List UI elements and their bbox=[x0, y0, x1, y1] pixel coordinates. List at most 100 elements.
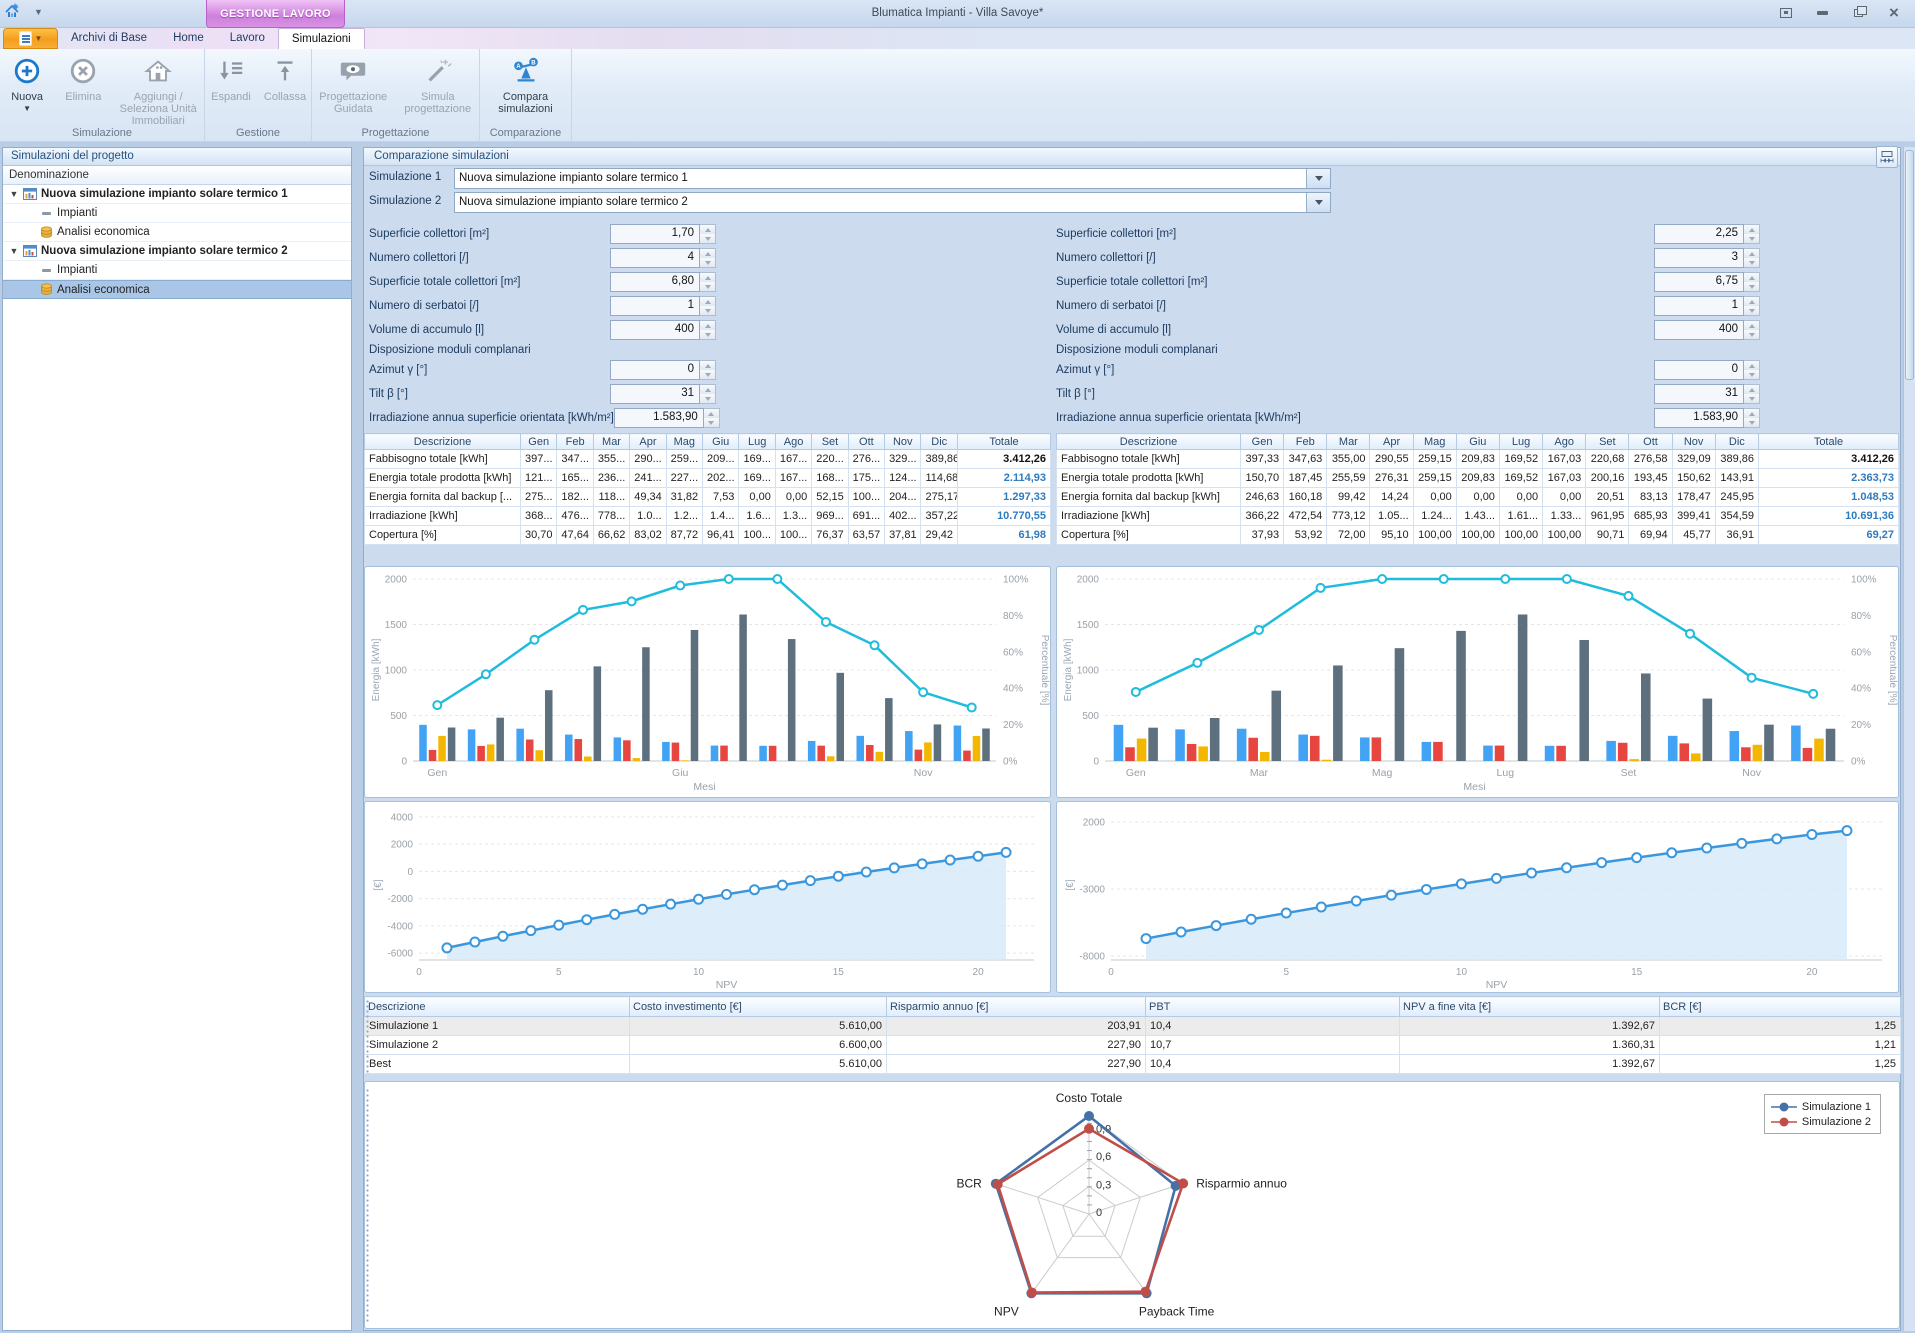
numeric-input[interactable]: 4 bbox=[610, 248, 716, 268]
spinner-down-icon[interactable] bbox=[1744, 394, 1759, 403]
numeric-input[interactable]: 1,70 bbox=[610, 224, 716, 244]
column-header[interactable]: Mag bbox=[666, 434, 702, 450]
column-header[interactable]: Apr bbox=[1370, 434, 1413, 450]
numeric-input[interactable]: 1.583,90 bbox=[1654, 408, 1760, 428]
numeric-input[interactable]: 400 bbox=[1654, 320, 1760, 340]
column-header[interactable]: Feb bbox=[557, 434, 593, 450]
tree-expander-icon[interactable]: ▼ bbox=[7, 189, 21, 199]
spinner-buttons[interactable] bbox=[700, 248, 716, 268]
spinner-buttons[interactable] bbox=[1744, 272, 1760, 292]
numeric-input[interactable]: 400 bbox=[610, 320, 716, 340]
radar-drag-grip[interactable] bbox=[365, 1088, 370, 1322]
spinner-up-icon[interactable] bbox=[1744, 385, 1759, 394]
simulation1-combobox[interactable]: Nuova simulazione impianto solare termic… bbox=[454, 168, 1331, 189]
spinner-up-icon[interactable] bbox=[1744, 409, 1759, 418]
spinner-buttons[interactable] bbox=[1744, 360, 1760, 380]
spinner-buttons[interactable] bbox=[704, 408, 720, 428]
spinner-up-icon[interactable] bbox=[704, 409, 719, 418]
column-header[interactable]: Gen bbox=[521, 434, 557, 450]
tab-simulazioni[interactable]: Simulazioni bbox=[278, 28, 365, 49]
spinner-down-icon[interactable] bbox=[1744, 330, 1759, 339]
numeric-input[interactable]: 31 bbox=[1654, 384, 1760, 404]
column-header[interactable]: Mar bbox=[1327, 434, 1370, 450]
spinner-down-icon[interactable] bbox=[700, 282, 715, 291]
spinner-down-icon[interactable] bbox=[700, 306, 715, 315]
tree-item-simulation[interactable]: ▼Nuova simulazione impianto solare termi… bbox=[3, 242, 351, 261]
spinner-down-icon[interactable] bbox=[700, 234, 715, 243]
spinner-down-icon[interactable] bbox=[1744, 306, 1759, 315]
spinner-up-icon[interactable] bbox=[700, 273, 715, 282]
scrollbar-thumb[interactable] bbox=[1905, 150, 1914, 380]
tree-item-impianti[interactable]: Impianti bbox=[3, 204, 351, 223]
column-header[interactable]: Descrizione bbox=[1057, 434, 1241, 450]
column-header[interactable]: Lug bbox=[739, 434, 775, 450]
tree-expander-icon[interactable]: ▼ bbox=[7, 246, 21, 256]
column-header[interactable]: Nov bbox=[1672, 434, 1715, 450]
column-header[interactable]: Mag bbox=[1413, 434, 1456, 450]
spinner-up-icon[interactable] bbox=[1744, 361, 1759, 370]
spinner-buttons[interactable] bbox=[700, 296, 716, 316]
spinner-down-icon[interactable] bbox=[1744, 282, 1759, 291]
column-header[interactable]: Descrizione bbox=[365, 997, 630, 1017]
column-header[interactable]: PBT bbox=[1146, 997, 1400, 1017]
spinner-up-icon[interactable] bbox=[700, 297, 715, 306]
spinner-buttons[interactable] bbox=[1744, 384, 1760, 404]
column-header[interactable]: Dic bbox=[921, 434, 958, 450]
summary-row[interactable]: Simulazione 26.600,00227,9010,71.360,311… bbox=[365, 1036, 1901, 1055]
nuova-button[interactable]: Nuova▼ bbox=[0, 52, 54, 127]
tree-item-impianti[interactable]: Impianti bbox=[3, 261, 351, 280]
spinner-up-icon[interactable] bbox=[700, 225, 715, 234]
tree-item-simulation[interactable]: ▼Nuova simulazione impianto solare termi… bbox=[3, 185, 351, 204]
progettazione-guidata-button[interactable]: Progettazione Guidata bbox=[312, 52, 395, 120]
numeric-input[interactable]: 6,80 bbox=[610, 272, 716, 292]
column-header[interactable]: NPV a fine vita [€] bbox=[1400, 997, 1660, 1017]
numeric-input[interactable]: 1 bbox=[610, 296, 716, 316]
spinner-buttons[interactable] bbox=[1744, 408, 1760, 428]
collassa-button[interactable]: Collassa bbox=[259, 52, 311, 120]
spinner-down-icon[interactable] bbox=[700, 258, 715, 267]
column-header[interactable]: Lug bbox=[1499, 434, 1542, 450]
spinner-down-icon[interactable] bbox=[700, 394, 715, 403]
spinner-down-icon[interactable] bbox=[1744, 258, 1759, 267]
spinner-up-icon[interactable] bbox=[700, 385, 715, 394]
spinner-up-icon[interactable] bbox=[1744, 273, 1759, 282]
fit-window-button[interactable] bbox=[1775, 4, 1797, 22]
column-header[interactable]: Dic bbox=[1715, 434, 1758, 450]
spinner-down-icon[interactable] bbox=[1744, 370, 1759, 379]
simula-progettazione-button[interactable]: Simula progettazione bbox=[397, 52, 480, 120]
column-header[interactable]: Totale bbox=[1759, 434, 1899, 450]
column-header[interactable]: Ago bbox=[1543, 434, 1586, 450]
summary-row[interactable]: Best5.610,00227,9010,41.392,671,25 bbox=[365, 1055, 1901, 1074]
simulation2-combobox[interactable]: Nuova simulazione impianto solare termic… bbox=[454, 192, 1331, 213]
column-header[interactable]: Risparmio annuo [€] bbox=[887, 997, 1146, 1017]
numeric-input[interactable]: 31 bbox=[610, 384, 716, 404]
column-header[interactable]: Feb bbox=[1284, 434, 1327, 450]
spinner-up-icon[interactable] bbox=[1744, 249, 1759, 258]
numeric-input[interactable]: 1 bbox=[1654, 296, 1760, 316]
spinner-buttons[interactable] bbox=[700, 320, 716, 340]
spinner-up-icon[interactable] bbox=[1744, 297, 1759, 306]
tree-column-header[interactable]: Denominazione bbox=[3, 166, 351, 185]
column-header[interactable]: Set bbox=[1586, 434, 1629, 450]
numeric-input[interactable]: 0 bbox=[610, 360, 716, 380]
numeric-input[interactable]: 0 bbox=[1654, 360, 1760, 380]
spinner-buttons[interactable] bbox=[700, 224, 716, 244]
spinner-buttons[interactable] bbox=[1744, 224, 1760, 244]
minimize-button[interactable] bbox=[1811, 4, 1833, 22]
column-header[interactable]: Totale bbox=[958, 434, 1051, 450]
panel-options-button[interactable] bbox=[1876, 146, 1898, 168]
file-menu-button[interactable]: ▼ bbox=[3, 28, 58, 49]
column-header[interactable]: Set bbox=[812, 434, 848, 450]
column-header[interactable]: Mar bbox=[593, 434, 629, 450]
close-button[interactable]: × bbox=[1883, 4, 1905, 22]
spinner-up-icon[interactable] bbox=[700, 249, 715, 258]
numeric-input[interactable]: 1.583,90 bbox=[614, 408, 720, 428]
combo-arrow-button[interactable] bbox=[1306, 193, 1330, 212]
spinner-up-icon[interactable] bbox=[700, 321, 715, 330]
column-header[interactable]: Apr bbox=[630, 434, 666, 450]
column-header[interactable]: Ott bbox=[848, 434, 884, 450]
spinner-buttons[interactable] bbox=[700, 384, 716, 404]
espandi-button[interactable]: Espandi bbox=[205, 52, 257, 120]
spinner-buttons[interactable] bbox=[1744, 248, 1760, 268]
column-header[interactable]: Gen bbox=[1241, 434, 1284, 450]
